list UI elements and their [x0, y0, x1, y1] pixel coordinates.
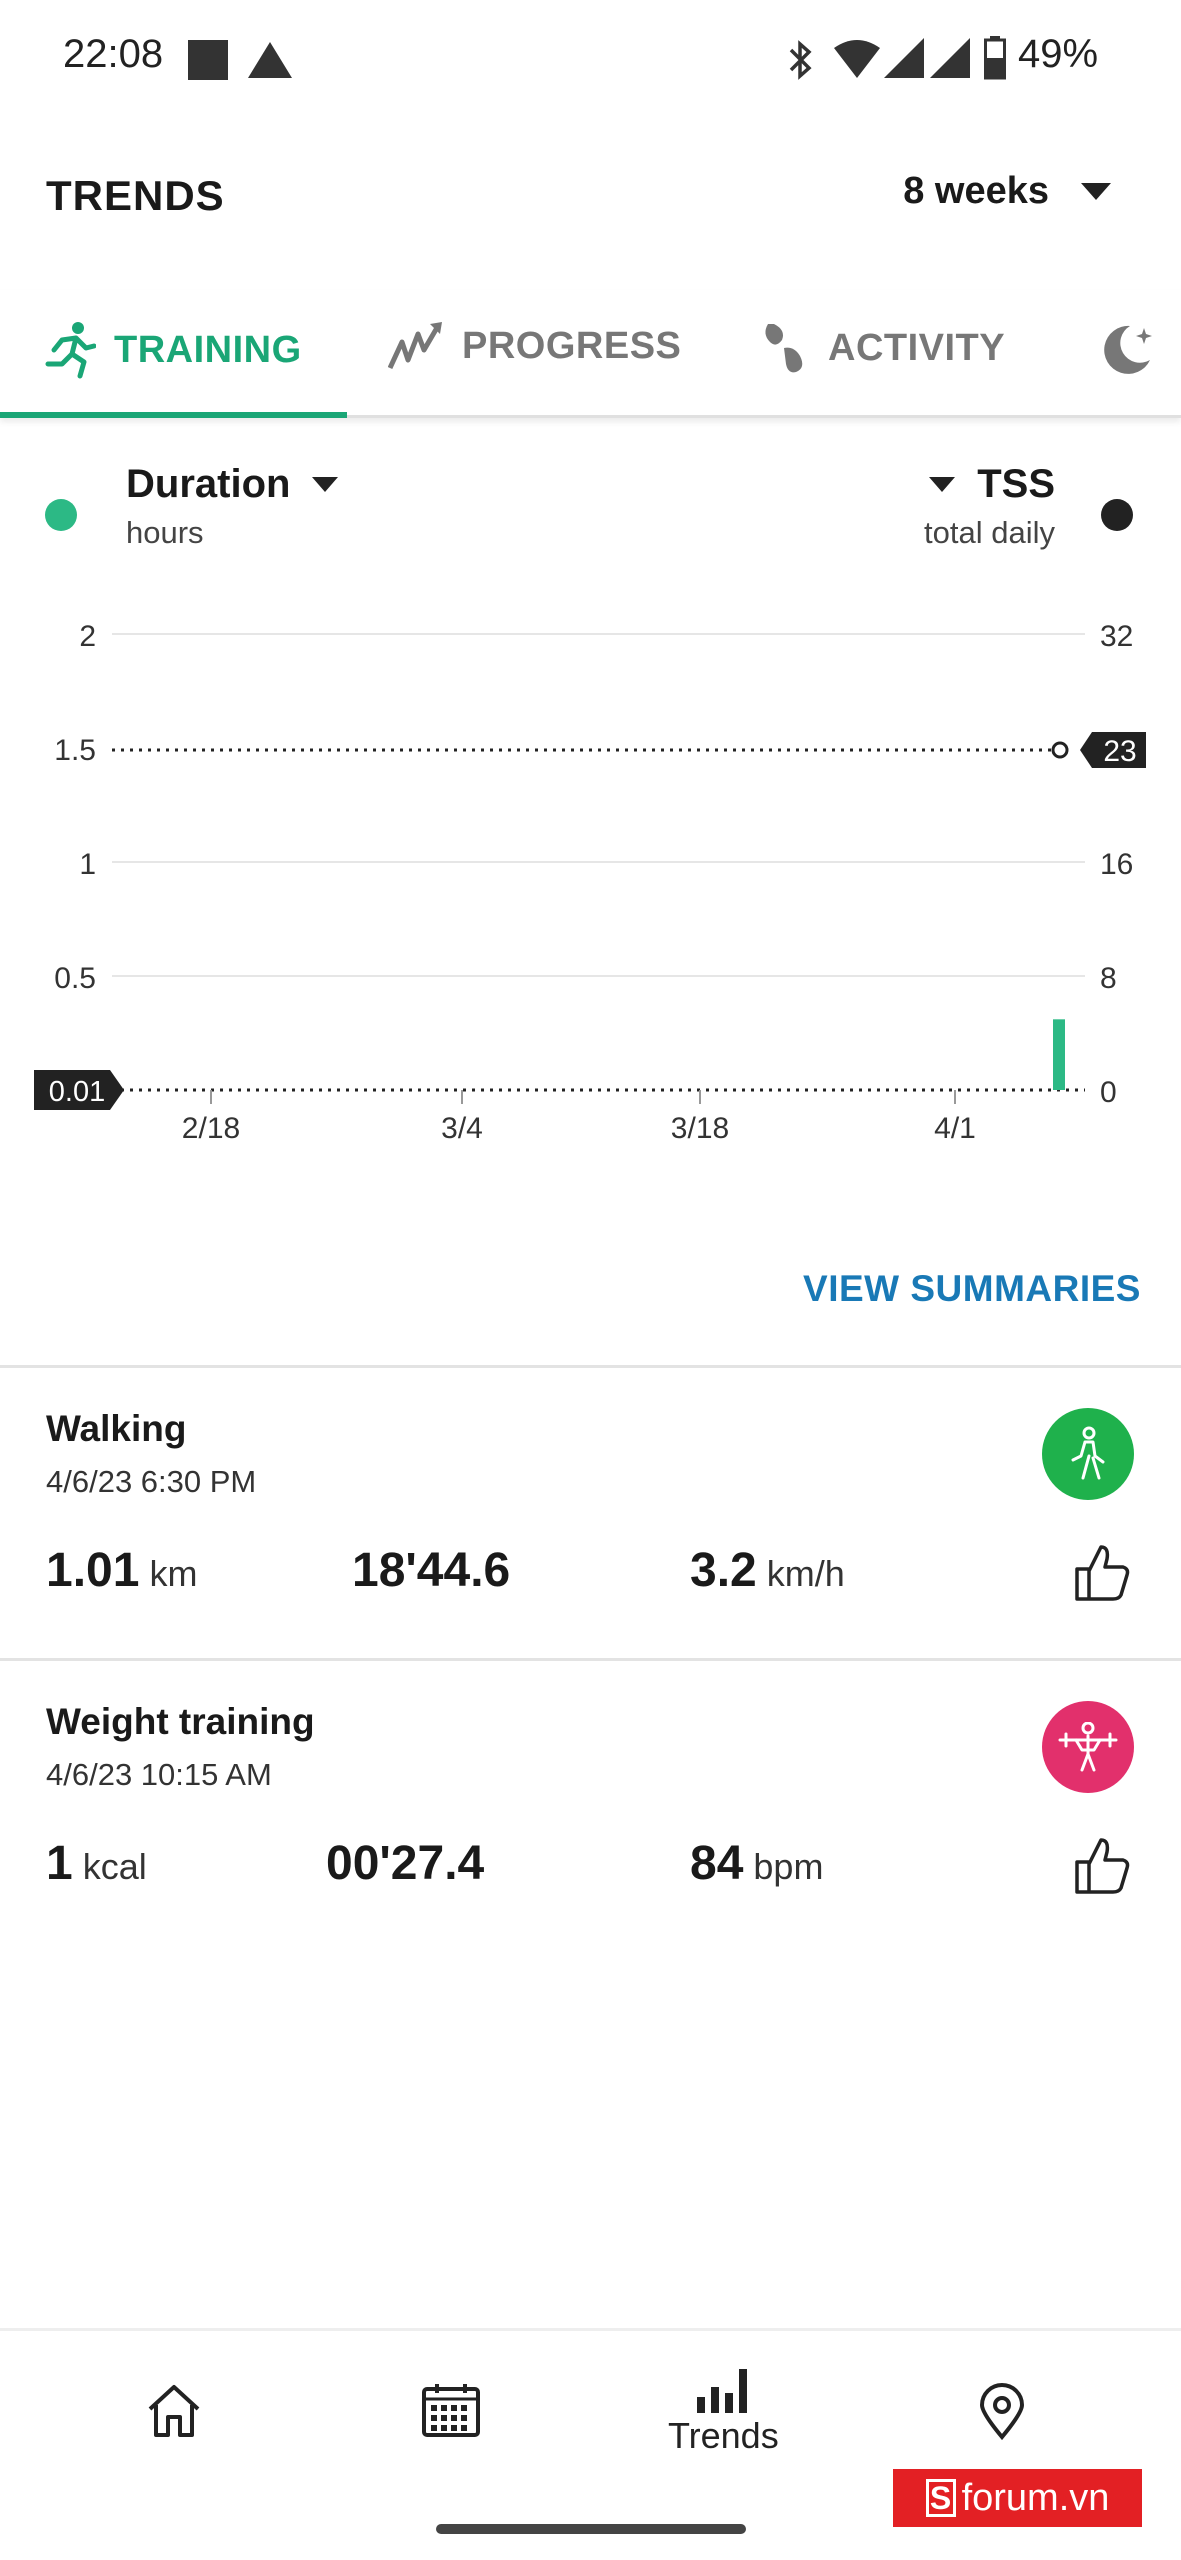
watermark-logo-icon: S	[925, 2479, 956, 2517]
battery-percent: 49%	[1018, 32, 1099, 76]
chevron-down-icon	[1081, 182, 1111, 200]
signal-icon	[930, 38, 970, 78]
activity-time: 4/6/23 10:15 AM	[46, 1757, 272, 1792]
nav-label: Trends	[668, 2415, 779, 2456]
y-left-tick: 0.5	[54, 962, 96, 995]
tab-label: TRAINING	[114, 328, 302, 371]
status-bar: 22:08 49%	[0, 0, 1181, 120]
activity-title: Walking	[46, 1408, 187, 1449]
nav-calendar[interactable]	[421, 2383, 481, 2439]
activity-card-walking[interactable]: Walking 4/6/23 6:30 PM 1.01 km 18'44.6 3…	[0, 1368, 1181, 1658]
tab-label: PROGRESS	[462, 324, 682, 367]
map-pin-icon	[979, 2383, 1025, 2441]
x-tick-label: 3/18	[671, 1112, 729, 1145]
home-icon	[148, 2385, 200, 2437]
activity-duration: 00'27.4	[326, 1837, 485, 1890]
active-tab-indicator	[0, 412, 347, 418]
activity-speed: 3.2 km/h	[690, 1544, 845, 1597]
tss-point	[1051, 741, 1069, 759]
activity-calories: 1 kcal	[46, 1837, 147, 1890]
x-tick-label: 2/18	[182, 1112, 240, 1145]
trends-chart[interactable]: 2 1.5 1 0.5 32 23 16 8 0 0.01 2/18 3/4 3…	[0, 590, 1181, 1150]
duration-metric-selector[interactable]: Duration hours	[126, 462, 339, 551]
range-selector[interactable]: 8 weeks	[903, 170, 1111, 213]
sleep-moon-icon	[1104, 325, 1152, 374]
duration-bar	[1053, 1019, 1065, 1090]
progress-icon	[388, 322, 442, 370]
wifi-icon	[834, 40, 880, 78]
chevron-down-icon	[312, 476, 339, 492]
nav-map[interactable]	[978, 2383, 1026, 2441]
y-right-tick: 16	[1100, 848, 1133, 881]
home-indicator[interactable]	[436, 2524, 746, 2534]
metric-title: TSS	[977, 462, 1055, 506]
tab-training[interactable]: TRAINING	[40, 320, 302, 380]
tab-bar: TRAINING PROGRESS ACTIVITY	[0, 290, 1181, 418]
trends-icon	[697, 2369, 748, 2413]
metric-title: Duration	[126, 462, 291, 506]
view-summaries-button[interactable]: VIEW SUMMARIES	[803, 1268, 1141, 1310]
nav-trends[interactable]: Trends	[668, 2367, 779, 2457]
bluetooth-icon	[789, 40, 812, 80]
y-right-tick: 32	[1100, 620, 1133, 653]
status-time: 22:08	[63, 32, 164, 76]
weightlifting-icon	[1042, 1701, 1134, 1793]
tab-sleep[interactable]	[1096, 320, 1156, 376]
activity-title: Weight training	[46, 1701, 315, 1742]
activity-distance: 1.01 km	[46, 1544, 198, 1597]
x-tick-label: 3/4	[441, 1112, 483, 1145]
battery-icon	[984, 36, 1006, 80]
tss-metric-selector[interactable]: TSS total daily	[924, 462, 1055, 551]
thumbs-up-icon[interactable]	[1073, 1836, 1131, 1896]
watermark: S forum.vn	[893, 2469, 1142, 2527]
y-right-tick: 8	[1100, 962, 1117, 995]
duration-average-value: 0.01	[49, 1076, 105, 1108]
notification-triangle-icon	[248, 42, 292, 78]
tss-value: 23	[1103, 735, 1136, 768]
footsteps-icon	[765, 324, 803, 373]
signal-icon	[884, 38, 924, 78]
activity-heart-rate: 84 bpm	[690, 1837, 824, 1890]
y-right-tick: 0	[1100, 1076, 1117, 1109]
thumbs-up-icon[interactable]	[1073, 1543, 1131, 1603]
tss-legend-dot	[1101, 499, 1133, 531]
x-tick-label: 4/1	[934, 1112, 976, 1145]
calendar-icon	[422, 2384, 480, 2437]
range-label: 8 weeks	[903, 170, 1049, 212]
nav-home[interactable]	[146, 2383, 202, 2439]
y-left-tick: 2	[79, 620, 96, 653]
duration-legend-dot	[45, 499, 77, 531]
metric-unit: hours	[126, 515, 204, 550]
y-left-tick: 1.5	[54, 734, 96, 767]
metric-unit: total daily	[924, 515, 1055, 550]
activity-duration: 18'44.6	[352, 1544, 511, 1597]
page-title: TRENDS	[46, 172, 225, 219]
running-icon	[45, 322, 96, 379]
tab-progress[interactable]: PROGRESS	[388, 320, 681, 372]
tab-activity[interactable]: ACTIVITY	[760, 320, 1005, 376]
chevron-down-icon	[929, 476, 956, 492]
walking-icon	[1042, 1408, 1134, 1500]
y-left-tick: 1	[79, 848, 96, 881]
tab-label: ACTIVITY	[828, 326, 1006, 369]
notification-square-icon	[188, 40, 228, 80]
activity-time: 4/6/23 6:30 PM	[46, 1464, 257, 1499]
activity-card-weight-training[interactable]: Weight training 4/6/23 10:15 AM 1 kcal 0…	[0, 1661, 1181, 1951]
